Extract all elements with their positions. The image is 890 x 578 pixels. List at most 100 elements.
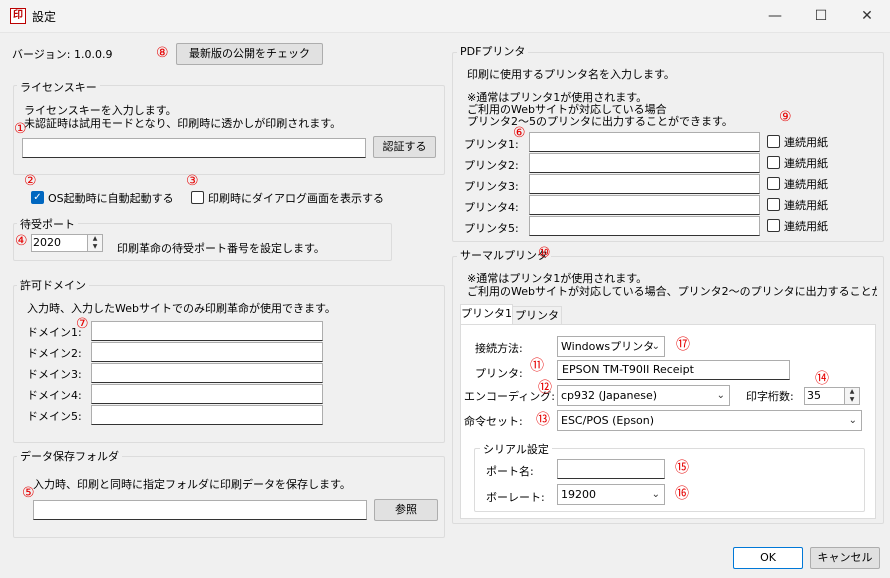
show-dialog-checkbox[interactable] [191, 191, 204, 204]
port-group-label: 待受ポート [17, 216, 78, 232]
browse-button[interactable]: 参照 [374, 499, 438, 521]
pdf-printer-label: プリンタ5: [464, 222, 519, 235]
continuous-paper-label: 連続用紙 [784, 220, 828, 233]
marker-4: ④ [15, 233, 28, 249]
continuous-paper-label: 連続用紙 [784, 199, 828, 212]
marker-14: ⑭ [815, 371, 829, 387]
cancel-button[interactable]: キャンセル [810, 547, 880, 569]
columns-spinner[interactable]: 35 ▲ ▼ [804, 387, 860, 405]
version-label: バージョン: 1.0.0.9 [12, 48, 113, 61]
command-value: ESC/POS (Epson) [561, 414, 655, 427]
domain-input[interactable] [91, 321, 323, 341]
pdf-printer-label: プリンタ4: [464, 201, 519, 214]
domain-label: ドメイン2: [27, 347, 82, 360]
check-update-button[interactable]: 最新版の公開をチェック [176, 43, 323, 65]
pdf-desc: 印刷に使用するプリンタ名を入力します。 [467, 68, 675, 81]
domain-label: ドメイン4: [27, 389, 82, 402]
columns-value: 35 [807, 389, 821, 402]
columns-label: 印字桁数: [746, 390, 794, 403]
encoding-select[interactable]: cp932 (Japanese) ⌄ [557, 385, 730, 406]
baud-select[interactable]: 19200 ⌄ [557, 484, 665, 505]
pdf-note-3: プリンタ2～5のプリンタに出力することができます。 [467, 115, 733, 128]
serial-port-input[interactable] [557, 459, 665, 479]
continuous-paper-checkbox[interactable] [767, 177, 780, 190]
domain-group-label: 許可ドメイン [17, 277, 89, 293]
close-button[interactable]: ✕ [844, 0, 890, 32]
folder-desc: 入力時、印刷と同時に指定フォルダに印刷データを保存します。 [33, 478, 351, 491]
spinner-arrows-icon[interactable]: ▲ ▼ [844, 388, 859, 404]
folder-group-label: データ保存フォルダ [17, 448, 122, 464]
continuous-paper-checkbox[interactable] [767, 135, 780, 148]
pdf-printer-input[interactable] [529, 153, 760, 173]
auth-button[interactable]: 認証する [373, 136, 436, 158]
continuous-paper-checkbox[interactable] [767, 156, 780, 169]
command-select[interactable]: ESC/POS (Epson) ⌄ [557, 410, 862, 431]
command-label: 命令セット: [464, 415, 523, 428]
show-dialog-label: 印刷時にダイアログ画面を表示する [208, 192, 384, 205]
encoding-value: cp932 (Japanese) [561, 389, 658, 402]
domain-input[interactable] [91, 363, 323, 383]
marker-10: ⑩ [538, 245, 551, 261]
serial-port-label: ポート名: [486, 465, 534, 478]
pdf-printer-input[interactable] [529, 132, 760, 152]
marker-1: ① [14, 121, 27, 137]
marker-5: ⑤ [22, 485, 35, 501]
window-title: 設定 [32, 10, 57, 24]
pdf-printer-input[interactable] [529, 195, 760, 215]
maximize-button[interactable]: ☐ [798, 0, 844, 32]
marker-16: ⑯ [675, 486, 689, 502]
marker-15: ⑮ [675, 460, 689, 476]
marker-12: ⑫ [538, 380, 552, 396]
port-desc: 印刷革命の待受ポート番号を設定します。 [117, 242, 325, 255]
title-bar: 印 設定 — ☐ ✕ [0, 0, 890, 32]
pdf-printer-label: プリンタ2: [464, 159, 519, 172]
tab-printer-2[interactable]: プリンタ2 [512, 306, 562, 340]
domain-label: ドメイン3: [27, 368, 82, 381]
marker-8: ⑧ [156, 45, 169, 61]
connection-value: Windowsプリンタ [561, 340, 655, 353]
marker-13: ⑬ [536, 412, 550, 428]
autostart-checkbox[interactable]: ✓ [31, 191, 44, 204]
domain-input[interactable] [91, 405, 323, 425]
folder-group [13, 456, 445, 538]
pdf-group-label: PDFプリンタ [457, 43, 529, 59]
folder-input[interactable] [33, 500, 367, 520]
chevron-down-icon: ⌄ [716, 390, 725, 401]
pdf-printer-input[interactable] [529, 174, 760, 194]
thermal-note-2: ご利用のWebサイトが対応している場合、プリンタ2～のプリンタに出力することがで… [467, 285, 877, 298]
marker-9: ⑨ [779, 109, 792, 125]
port-value: 2020 [33, 236, 61, 249]
ok-button[interactable]: OK [733, 547, 803, 569]
domain-input[interactable] [91, 342, 323, 362]
thermal-printer-input[interactable]: EPSON TM-T90II Receipt [557, 360, 790, 380]
domain-desc: 入力時、入力したWebサイトでのみ印刷革命が使用できます。 [27, 302, 336, 315]
pdf-printer-input[interactable] [529, 216, 760, 236]
tab-printer-1[interactable]: プリンタ1 [460, 304, 513, 326]
connection-label: 接続方法: [475, 342, 523, 355]
domain-label: ドメイン1: [27, 326, 82, 339]
pdf-printer-label: プリンタ3: [464, 180, 519, 193]
continuous-paper-checkbox[interactable] [767, 198, 780, 211]
domain-input[interactable] [91, 384, 323, 404]
domain-label: ドメイン5: [27, 410, 82, 423]
marker-2: ② [24, 173, 37, 189]
chevron-down-icon: ⌄ [848, 415, 857, 426]
printer-label: プリンタ: [475, 367, 523, 380]
continuous-paper-label: 連続用紙 [784, 136, 828, 149]
autostart-label: OS起動時に自動起動する [48, 192, 174, 205]
license-key-input[interactable] [22, 138, 366, 158]
license-group-label: ライセンスキー [17, 79, 100, 95]
continuous-paper-label: 連続用紙 [784, 157, 828, 170]
baud-value: 19200 [561, 488, 596, 501]
connection-select[interactable]: Windowsプリンタ ⌄ [557, 336, 665, 357]
thermal-group-label: サーマルプリンタ [457, 247, 551, 263]
minimize-button[interactable]: — [752, 0, 798, 32]
baud-label: ボーレート: [486, 491, 545, 504]
chevron-down-icon: ⌄ [651, 489, 660, 500]
continuous-paper-checkbox[interactable] [767, 219, 780, 232]
spinner-arrows-icon[interactable]: ▲ ▼ [87, 235, 102, 251]
license-desc-2: 未認証時は試用モードとなり、印刷時に透かしが印刷されます。 [24, 117, 342, 130]
port-spinner[interactable]: 2020 ▲ ▼ [31, 234, 103, 252]
app-icon: 印 [10, 8, 26, 24]
marker-11: ⑪ [530, 358, 544, 374]
